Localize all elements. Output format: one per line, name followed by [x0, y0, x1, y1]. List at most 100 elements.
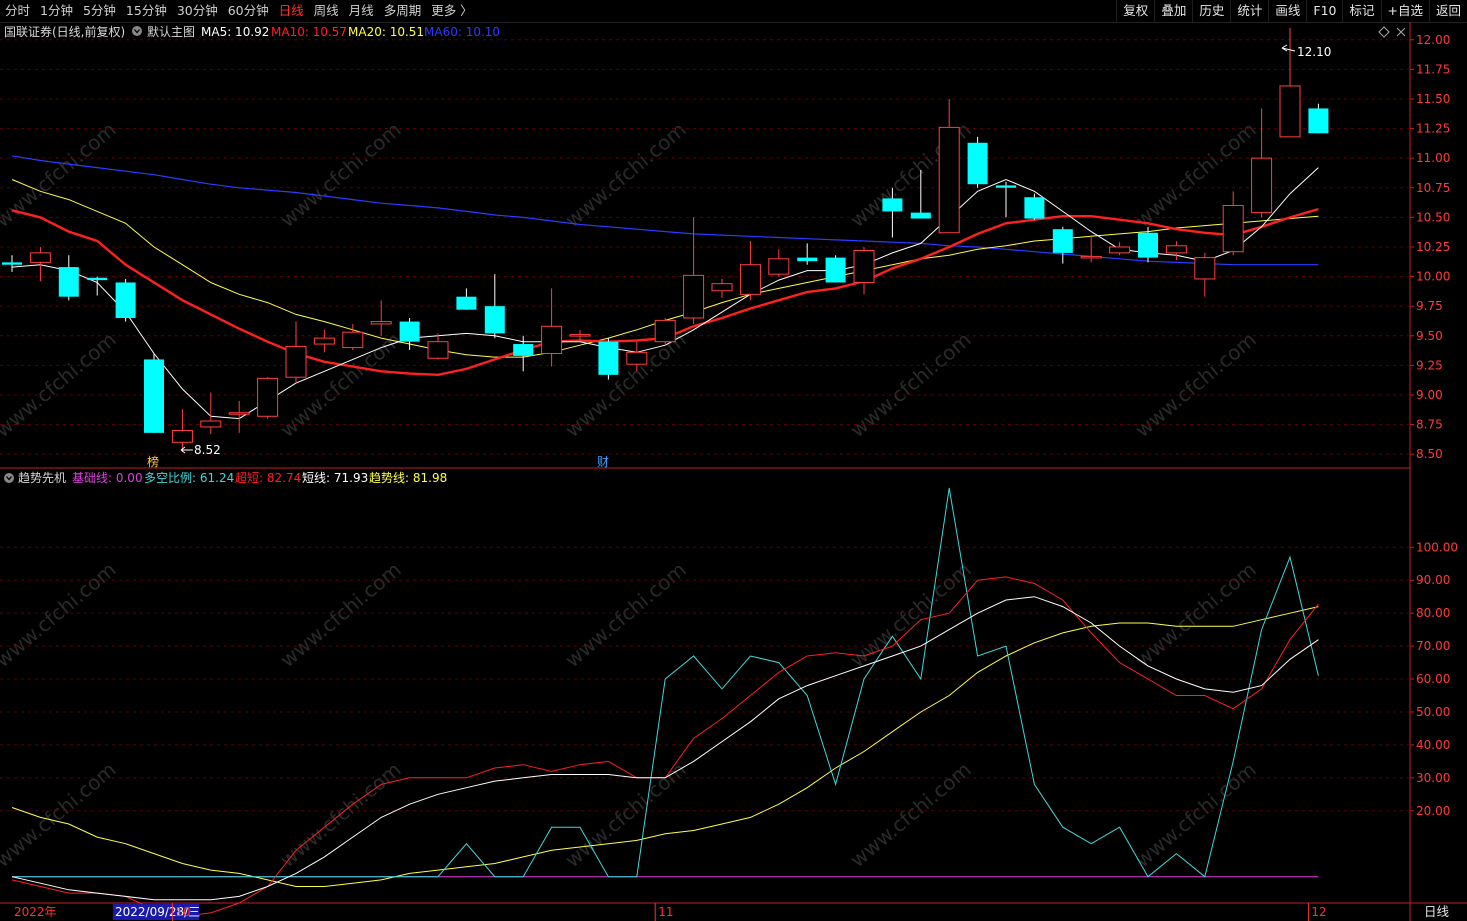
candle-body-down — [513, 344, 534, 356]
candle-body-up — [768, 258, 790, 275]
value-tick-label: 50.00 — [1416, 705, 1450, 719]
candle[interactable] — [1052, 226, 1073, 264]
watermark-text: www.cfchi.com — [0, 557, 121, 672]
candle-body-down — [797, 257, 818, 262]
candle[interactable] — [711, 278, 733, 298]
short-line-label: 短线: 71.93 — [302, 471, 368, 485]
sub-indicator-title[interactable]: 趋势先机 — [18, 471, 66, 485]
candle[interactable] — [1251, 108, 1273, 218]
candlestick-series[interactable] — [2, 27, 1329, 452]
ultra-short-label: 超短: 82.74 — [235, 470, 301, 485]
candle[interactable] — [541, 288, 563, 367]
price-tick-label: 9.25 — [1416, 358, 1443, 372]
candle[interactable] — [171, 409, 193, 452]
candle[interactable] — [115, 278, 136, 322]
candle[interactable] — [967, 136, 988, 188]
sub-chart-grid — [0, 546, 1410, 812]
price-tick-label: 11.00 — [1416, 151, 1450, 165]
price-tick-label: 12.00 — [1416, 33, 1450, 47]
price-tick-label: 11.75 — [1416, 62, 1450, 76]
candle-body-down — [825, 257, 846, 283]
candle[interactable] — [313, 329, 335, 353]
candle[interactable] — [654, 318, 676, 346]
candle[interactable] — [58, 255, 79, 301]
candle[interactable] — [996, 181, 1016, 218]
candle[interactable] — [29, 246, 51, 282]
candle[interactable] — [768, 249, 790, 277]
sub-collapse-icon[interactable] — [4, 473, 14, 483]
value-tick-label: 40.00 — [1416, 738, 1450, 752]
candle[interactable] — [569, 329, 591, 341]
candle-body-up — [541, 325, 563, 355]
price-tick-label: 9.00 — [1416, 388, 1443, 402]
value-tick-label: 20.00 — [1416, 804, 1450, 818]
cai-marker[interactable]: 财 — [597, 455, 609, 469]
collapse-icon[interactable] — [132, 26, 142, 36]
candle[interactable] — [427, 333, 449, 360]
bang-marker[interactable]: 榜 — [147, 454, 159, 469]
candle[interactable] — [598, 338, 619, 380]
candle[interactable] — [1109, 242, 1131, 256]
value-tick-label: 80.00 — [1416, 606, 1450, 620]
high-price-label: 12.10 — [1297, 45, 1331, 59]
candle-body-up — [342, 331, 364, 349]
candle[interactable] — [2, 255, 22, 272]
candle-body-up — [654, 319, 676, 343]
ma60-label: MA60: 10.10 — [424, 25, 500, 39]
watermark-text: www.cfchi.com — [1130, 757, 1260, 872]
stock-title: 国联证券(日线,前复权) — [4, 24, 125, 39]
candle[interactable] — [257, 377, 279, 419]
candle-body-up — [626, 351, 648, 365]
price-tick-label: 11.50 — [1416, 92, 1450, 106]
candle-body-up — [683, 274, 705, 319]
candle[interactable] — [1194, 252, 1216, 297]
candle-body-up — [370, 321, 392, 325]
value-tick-label: 90.00 — [1416, 573, 1450, 587]
watermark-text: www.cfchi.com — [845, 557, 975, 672]
candle[interactable] — [228, 400, 250, 433]
candle-body-up — [1251, 157, 1273, 214]
candle-body-up — [853, 250, 875, 283]
stock-chart[interactable]: www.cfchi.com www.cfchi.com www.cfchi.com w… — [0, 0, 1467, 921]
value-tick-label: 60.00 — [1416, 672, 1450, 686]
candle[interactable] — [853, 246, 875, 295]
price-tick-label: 10.25 — [1416, 240, 1450, 254]
candle[interactable] — [285, 321, 307, 384]
diamond-icon[interactable] — [1378, 26, 1390, 38]
candle[interactable] — [484, 274, 505, 339]
candle[interactable] — [1024, 193, 1045, 220]
candle-body-down — [115, 282, 136, 318]
candle[interactable] — [1222, 191, 1244, 256]
candle-body-down — [1308, 108, 1329, 134]
price-tick-label: 10.00 — [1416, 270, 1450, 284]
candle-body-up — [711, 283, 733, 292]
period-button[interactable]: 日线 — [1424, 904, 1450, 919]
candle[interactable] — [200, 392, 222, 435]
candle[interactable] — [513, 335, 534, 372]
month-label: 10 — [175, 905, 190, 919]
value-tick-label: 100.00 — [1416, 540, 1458, 554]
close-icon[interactable] — [1396, 27, 1406, 37]
candle-body-up — [228, 412, 250, 415]
candle[interactable] — [938, 98, 960, 234]
high-price-marker: 12.10 — [1281, 44, 1331, 59]
candle-body-down — [87, 277, 108, 281]
watermark-text: www.cfchi.com — [845, 757, 975, 872]
month-label: 11 — [658, 905, 673, 919]
candle[interactable] — [144, 353, 164, 433]
candle[interactable] — [87, 276, 108, 296]
price-tick-label: 8.50 — [1416, 447, 1443, 461]
candle[interactable] — [825, 255, 846, 283]
indicator-name[interactable]: 默认主图 — [147, 24, 195, 39]
candle[interactable] — [456, 288, 477, 310]
trend-indicator-lines — [11, 487, 1319, 917]
candle-body-down — [484, 306, 505, 334]
candle-body-down — [144, 359, 164, 433]
candle-body-down — [882, 198, 903, 212]
candle[interactable] — [1308, 103, 1329, 134]
candle[interactable] — [1080, 235, 1102, 263]
long-short-ratio-label: 多空比例: 61.24 — [144, 471, 234, 485]
candle[interactable] — [739, 241, 761, 301]
ma5-label: MA5: 10.92 — [201, 25, 269, 39]
candle-body-up — [257, 377, 279, 417]
